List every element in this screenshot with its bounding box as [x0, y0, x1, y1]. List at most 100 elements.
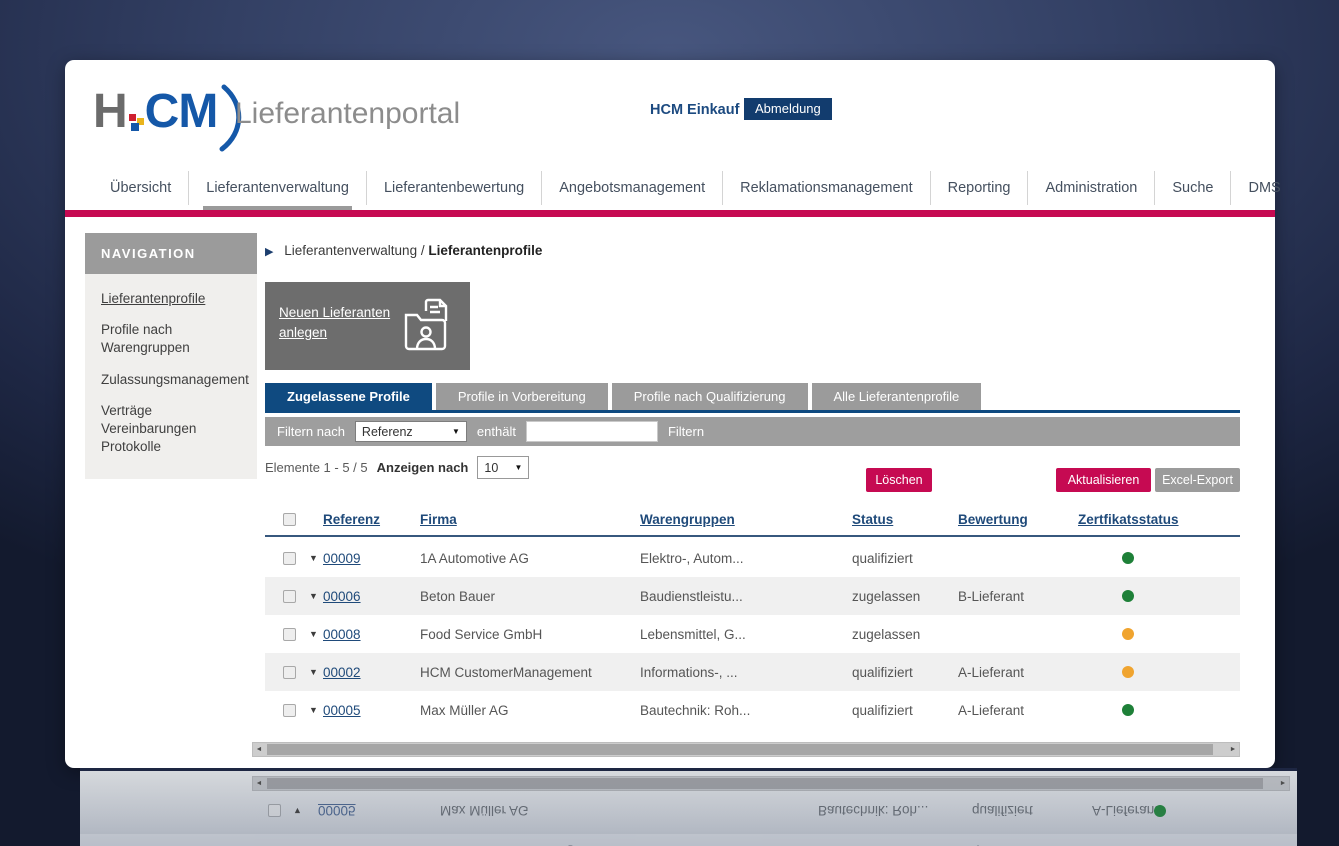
- expand-row-icon[interactable]: ▼: [309, 591, 318, 601]
- supplier-name: Food Service GmbH: [420, 626, 543, 642]
- profile-tabs: Zugelassene Profile Profile in Vorbereit…: [265, 383, 982, 410]
- filter-value-input[interactable]: [525, 421, 658, 442]
- row-checkbox[interactable]: [283, 551, 296, 565]
- sort-firma[interactable]: Firma: [420, 512, 457, 527]
- table-row: ▼ 00009 1A Automotive AG Elektro-, Autom…: [265, 539, 1240, 577]
- create-supplier-tile[interactable]: Neuen Lieferanten anlegen: [265, 282, 470, 370]
- tab-underline-bar: [265, 410, 1240, 413]
- supplier-reference-link[interactable]: 00006: [323, 589, 361, 604]
- commodity-groups: Baudienstleistu...: [640, 588, 743, 604]
- sidebar-title: NAVIGATION: [85, 233, 257, 274]
- hcm-logo[interactable]: H CM: [93, 82, 247, 162]
- supplier-status: zugelassen: [852, 588, 921, 604]
- certificate-status-dot: [1122, 552, 1134, 564]
- sort-zertifikatsstatus[interactable]: Zertfikatsstatus: [1078, 512, 1179, 527]
- filter-submit-button[interactable]: Filtern: [668, 424, 704, 439]
- sidebar-item-vertraege-vereinbarungen-protokolle[interactable]: Verträge Vereinbarungen Protokolle: [101, 402, 243, 457]
- page-size-select[interactable]: 10 ▼: [477, 456, 530, 479]
- create-supplier-link[interactable]: Neuen Lieferanten anlegen: [279, 303, 391, 344]
- filter-bar: Filtern nach Referenz ▼ enthält Filtern: [265, 417, 1240, 446]
- element-count: Elemente 1 - 5 / 5: [265, 460, 368, 475]
- expand-row-icon[interactable]: ▼: [309, 667, 318, 677]
- tab-alle-lieferantenprofile[interactable]: Alle Lieferantenprofile: [811, 383, 982, 410]
- tab-profile-nach-qualifizierung[interactable]: Profile nach Qualifizierung: [611, 383, 808, 410]
- sort-status[interactable]: Status: [852, 512, 893, 527]
- delete-button[interactable]: Löschen: [866, 468, 932, 492]
- sidebar: NAVIGATION Lieferantenprofile Profile na…: [85, 233, 257, 479]
- scroll-left-icon: ◄: [255, 780, 263, 787]
- supplier-reference-link[interactable]: 00009: [323, 551, 361, 566]
- row-checkbox[interactable]: [283, 627, 296, 641]
- supplier-rating: A-Lieferant: [958, 702, 1025, 718]
- scroll-right-icon[interactable]: ►: [1227, 743, 1239, 756]
- supplier-status: qualifiziert: [852, 702, 913, 718]
- expand-row-icon[interactable]: ▼: [309, 705, 318, 715]
- nav-item-uebersicht[interactable]: Übersicht: [93, 171, 188, 205]
- scrollbar-thumb: [267, 778, 1263, 789]
- commodity-groups: Bautechnik: Roh...: [640, 702, 751, 718]
- sort-referenz[interactable]: Referenz: [323, 512, 380, 527]
- sidebar-menu: Lieferantenprofile Profile nach Warengru…: [85, 274, 257, 479]
- breadcrumb-separator: /: [417, 243, 429, 258]
- supplier-name: 1A Automotive AG: [420, 550, 529, 566]
- row-checkbox[interactable]: [283, 703, 296, 717]
- table-header: Referenz Firma Warengruppen Status Bewer…: [265, 503, 1240, 537]
- reflected-table-row: ▼ 00002 HCM CustomerManagement Informati…: [80, 834, 1297, 846]
- page-size-value: 10: [484, 460, 499, 475]
- supplier-status: qualifiziert: [852, 664, 913, 680]
- table-row: ▼ 00002 HCM CustomerManagement Informati…: [265, 653, 1240, 691]
- sort-bewertung[interactable]: Bewertung: [958, 512, 1028, 527]
- supplier-reference-link[interactable]: 00002: [323, 665, 361, 680]
- horizontal-scrollbar[interactable]: ◄ ►: [252, 742, 1240, 757]
- logo-letter-h: H: [93, 85, 128, 138]
- filter-operator-label: enthält: [476, 424, 516, 439]
- portal-window: H CM Lieferantenportal HCM Einkauf Abmel…: [65, 60, 1281, 768]
- breadcrumb-current-page: Lieferantenprofile: [428, 243, 543, 258]
- reflected-scrollbar: ◄ ►: [252, 776, 1290, 791]
- expand-row-icon[interactable]: ▼: [309, 629, 318, 639]
- supplier-name: Max Müller AG: [420, 702, 509, 718]
- sort-warengruppen[interactable]: Warengruppen: [640, 512, 735, 527]
- table-row: ▼ 00008 Food Service GmbH Lebensmittel, …: [265, 615, 1240, 653]
- supplier-status: qualifiziert: [852, 550, 913, 566]
- logo-letters-cm: CM: [144, 85, 219, 138]
- tab-zugelassene-profile[interactable]: Zugelassene Profile: [265, 383, 432, 410]
- table-row: ▼ 00005 Max Müller AG Bautechnik: Roh...…: [265, 691, 1240, 729]
- sidebar-item-lieferantenprofile[interactable]: Lieferantenprofile: [101, 290, 243, 308]
- logo-color-squares-icon: [128, 82, 145, 140]
- list-meta-row: Elemente 1 - 5 / 5 Anzeigen nach 10 ▼: [265, 456, 530, 479]
- filter-label: Filtern nach: [277, 424, 345, 439]
- supplier-reference-link[interactable]: 00005: [323, 703, 361, 718]
- excel-export-button[interactable]: Excel-Export: [1155, 468, 1240, 492]
- expand-row-icon[interactable]: ▼: [309, 553, 318, 563]
- tab-profile-in-vorbereitung[interactable]: Profile in Vorbereitung: [435, 383, 608, 410]
- refresh-button[interactable]: Aktualisieren: [1056, 468, 1151, 492]
- select-all-checkbox[interactable]: [283, 512, 296, 526]
- scrollbar-thumb[interactable]: [267, 744, 1213, 755]
- reflected-table-row: ▼ 00005 Max Müller AG Bautechnik: Roh...…: [80, 792, 1297, 830]
- supplier-folder-icon: [404, 298, 448, 351]
- nav-item-dms[interactable]: DMS: [1230, 171, 1297, 205]
- row-checkbox[interactable]: [283, 665, 296, 679]
- content-area: ▶ Lieferantenverwaltung / Lieferantenpro…: [265, 60, 1240, 768]
- supplier-reference-link[interactable]: 00008: [323, 627, 361, 642]
- commodity-groups: Elektro-, Autom...: [640, 550, 744, 566]
- certificate-status-dot: [1122, 590, 1134, 602]
- supplier-rating: B-Lieferant: [958, 588, 1025, 604]
- row-checkbox[interactable]: [283, 589, 296, 603]
- supplier-status: zugelassen: [852, 626, 921, 642]
- supplier-name: Beton Bauer: [420, 588, 496, 604]
- certificate-status-dot: [1122, 666, 1134, 678]
- filter-field-select[interactable]: Referenz ▼: [354, 421, 467, 442]
- sidebar-item-zulassungsmanagement[interactable]: Zulassungsmanagement: [101, 371, 249, 389]
- panel-reflection: ◄ ► ▼ 00005 Max Müller AG Bautechnik: Ro…: [80, 768, 1297, 846]
- certificate-status-dot: [1122, 628, 1134, 640]
- page-size-label: Anzeigen nach: [376, 460, 469, 475]
- sidebar-item-profile-nach-warengruppen[interactable]: Profile nach Warengruppen: [101, 321, 243, 357]
- breadcrumb-section[interactable]: Lieferantenverwaltung: [284, 243, 417, 258]
- scroll-left-icon[interactable]: ◄: [253, 743, 265, 756]
- breadcrumb-arrow-icon: ▶: [265, 246, 274, 258]
- select-arrow-icon: ▼: [452, 427, 460, 436]
- table-row: ▼ 00006 Beton Bauer Baudienstleistu... z…: [265, 577, 1240, 615]
- commodity-groups: Lebensmittel, G...: [640, 626, 746, 642]
